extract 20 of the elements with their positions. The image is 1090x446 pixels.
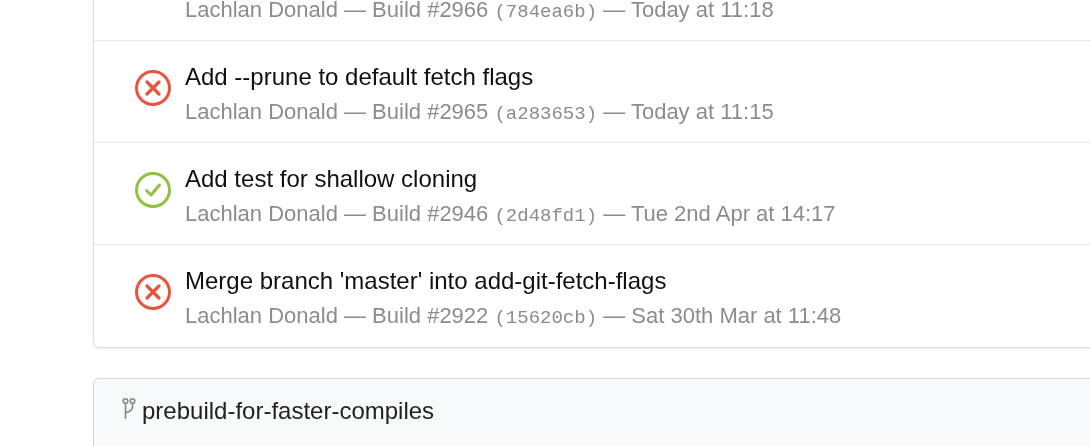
- author-build-text: Lachlan Donald — Build #2965: [185, 99, 489, 124]
- commit-hash: (2d48fd1): [494, 205, 598, 227]
- commit-hash: (a283653): [494, 103, 598, 125]
- commit-hash: (15620cb): [494, 307, 598, 329]
- commit-message-link[interactable]: Add test for shallow cloning: [185, 163, 836, 195]
- commit-message-link[interactable]: Merge branch 'master' into add-git-fetch-flags: [185, 265, 842, 297]
- build-time: — Tue 2nd Apr at 14:17: [603, 201, 836, 226]
- commit-hash: (784ea6b): [494, 1, 598, 23]
- branch-name: prebuild-for-faster-compiles: [142, 397, 435, 425]
- build-time: — Today at 11:15: [603, 99, 774, 124]
- failed-x-icon: [134, 68, 172, 107]
- branch-icon: [122, 397, 136, 419]
- failed-x-icon: [134, 273, 172, 311]
- commit-message-link[interactable]: Add --prune to default fetch flags: [185, 61, 774, 93]
- build-time: — Sat 30th Mar at 11:48: [603, 303, 842, 328]
- passed-check-icon: [134, 170, 172, 209]
- author-build-text: Lachlan Donald — Build #2966: [185, 0, 489, 22]
- build-time: — Today at 11:18: [603, 0, 774, 22]
- author-build-text: Lachlan Donald — Build #2946: [185, 201, 489, 226]
- author-build-text: Lachlan Donald — Build #2922: [185, 303, 489, 328]
